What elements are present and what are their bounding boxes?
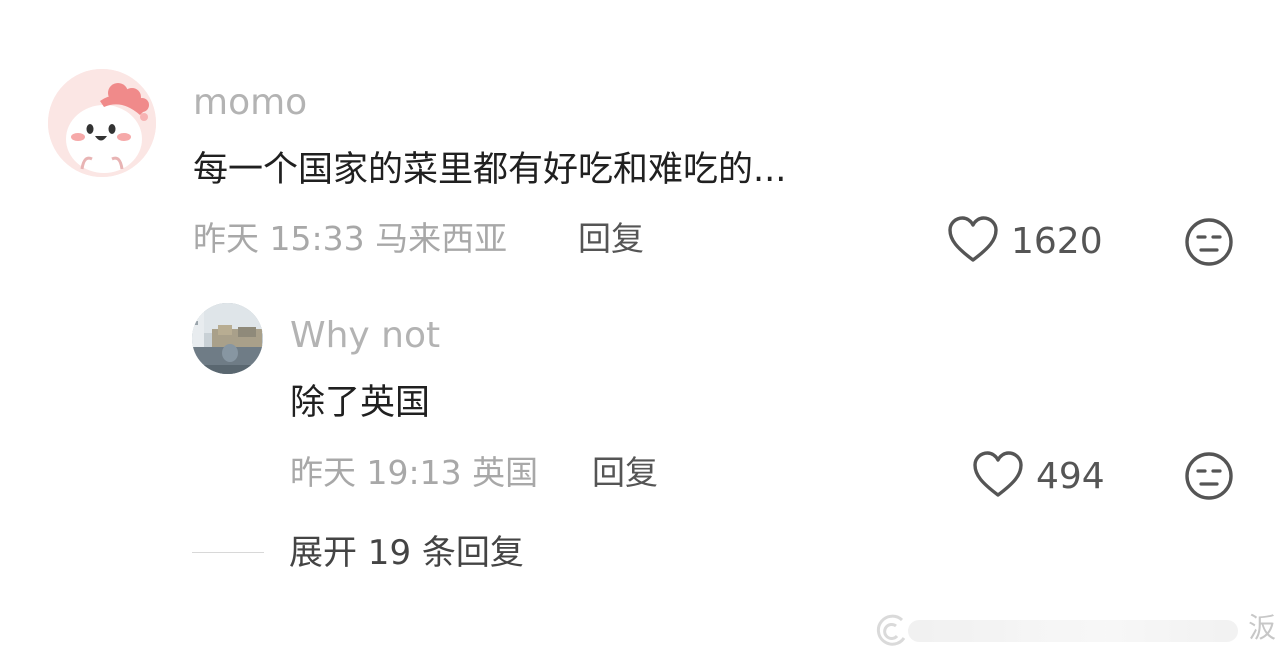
reply-text: 除了英国 bbox=[290, 383, 431, 423]
reply-username[interactable]: Why not bbox=[290, 318, 440, 354]
like-count: 1620 bbox=[1011, 221, 1103, 262]
like-button[interactable]: 1620 bbox=[947, 216, 1103, 268]
watermark: 汳 bbox=[872, 610, 1276, 654]
expand-divider bbox=[192, 552, 264, 553]
comment-username[interactable]: momo bbox=[193, 85, 307, 121]
reply-reply-button[interactable]: 回复 bbox=[592, 456, 658, 489]
cartoon-avatar-icon[interactable] bbox=[48, 69, 156, 177]
unhappy-face-icon[interactable] bbox=[1184, 217, 1234, 271]
watermark-bar bbox=[908, 620, 1238, 642]
reply-button[interactable]: 回复 bbox=[578, 222, 644, 255]
comment-thread: momo 每一个国家的菜里都有好吃和难吃的... 昨天 15:33 马来西亚 回… bbox=[0, 0, 1284, 664]
heart-outline-icon bbox=[947, 216, 999, 268]
comment-meta: 昨天 15:33 马来西亚 bbox=[193, 219, 508, 258]
reply-meta: 昨天 19:13 英国 bbox=[290, 453, 539, 492]
reply-like-count: 494 bbox=[1036, 456, 1105, 497]
city-photo-avatar-icon[interactable] bbox=[192, 303, 263, 374]
unhappy-face-icon[interactable] bbox=[1184, 451, 1234, 505]
expand-replies-button[interactable]: 展开 19 条回复 bbox=[289, 536, 524, 570]
heart-outline-icon bbox=[972, 451, 1024, 503]
comment-text: 每一个国家的菜里都有好吃和难吃的... bbox=[193, 150, 787, 190]
watermark-text: 汳 bbox=[1248, 611, 1277, 644]
reply-like-button[interactable]: 494 bbox=[972, 451, 1105, 503]
watermark-logo-icon bbox=[876, 614, 906, 646]
